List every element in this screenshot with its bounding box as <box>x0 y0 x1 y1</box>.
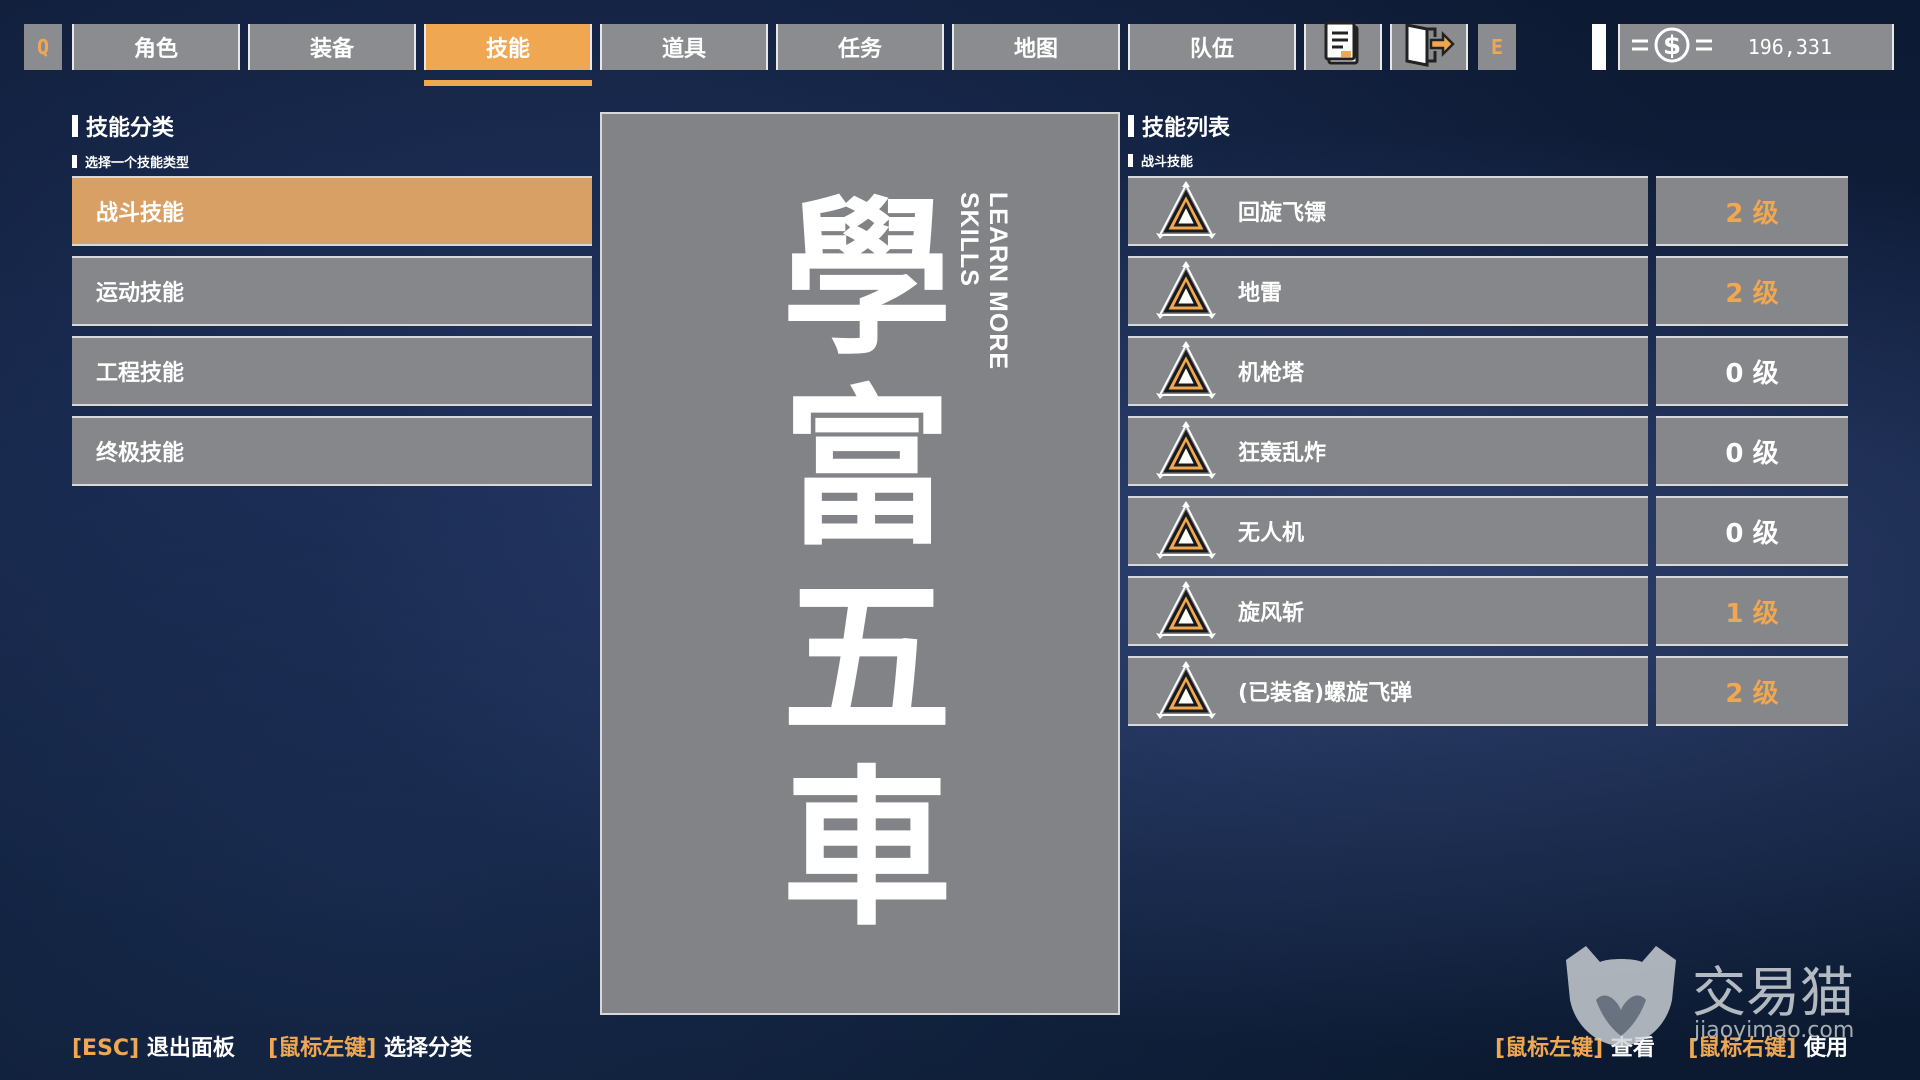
skill-rank-icon <box>1150 579 1222 643</box>
notes-icon <box>1321 21 1365 73</box>
skill-level-whirlwind: 1 级 <box>1656 576 1848 646</box>
esc-key-hint: [ESC] <box>72 1036 140 1061</box>
tab-equipment[interactable]: 装备 <box>248 24 416 70</box>
footer-hints-left: [ESC] 退出面板 [鼠标左键] 选择分类 <box>72 1030 472 1062</box>
money-separator <box>1592 24 1606 70</box>
skill-rank-icon <box>1150 179 1222 243</box>
skill-row-turret[interactable]: 机枪塔 <box>1128 336 1648 406</box>
exit-button[interactable] <box>1390 21 1468 73</box>
money-display: $ 196,331 <box>1618 24 1894 70</box>
skill-name: 旋风斩 <box>1238 601 1305 626</box>
poster-vertical-caption: LEARN MORE SKILLS <box>955 192 1012 371</box>
next-tab-key-badge[interactable]: E <box>1478 24 1516 70</box>
skill-name: (已装备)螺旋飞弹 <box>1238 681 1413 706</box>
skill-rank-icon <box>1150 499 1222 563</box>
skill-name: 狂轰乱炸 <box>1238 441 1327 466</box>
poster-char-4: 車 <box>781 749 952 949</box>
skill-row-landmine[interactable]: 地雷 <box>1128 256 1648 326</box>
category-section-subtitle: 选择一个技能类型 <box>72 152 189 171</box>
left-click-key-hint: [鼠标左键] <box>268 1036 377 1061</box>
svg-text:$: $ <box>1663 31 1681 61</box>
watermark-text: 交易猫 <box>1692 961 1854 1024</box>
skill-row-drone[interactable]: 无人机 <box>1128 496 1648 566</box>
skill-name: 无人机 <box>1238 521 1305 546</box>
skill-row-whirlwind[interactable]: 旋风斩 <box>1128 576 1648 646</box>
category-ultimate-skills[interactable]: 终极技能 <box>72 416 592 486</box>
watermark-url: jiaoyimao.com <box>1694 1018 1855 1043</box>
skill-name: 回旋飞镖 <box>1238 201 1327 226</box>
skill-level-turret: 0 级 <box>1656 336 1848 406</box>
money-value: 196,331 <box>1747 35 1832 59</box>
poster-char-2: 富 <box>781 369 952 569</box>
tab-quests[interactable]: 任务 <box>776 24 944 70</box>
skill-list-title: 技能列表 <box>1128 110 1230 142</box>
skill-row-spiral-missile[interactable]: (已装备)螺旋飞弹 <box>1128 656 1648 726</box>
tab-character[interactable]: 角色 <box>72 24 240 70</box>
skill-list-subtitle: 战斗技能 <box>1128 151 1193 170</box>
skill-rank-icon <box>1150 419 1222 483</box>
skill-rank-icon <box>1150 659 1222 723</box>
tab-skills[interactable]: 技能 <box>424 24 592 70</box>
skill-level-bombardment: 0 级 <box>1656 416 1848 486</box>
tab-team[interactable]: 队伍 <box>1128 24 1296 70</box>
tab-items[interactable]: 道具 <box>600 24 768 70</box>
poster-char-1: 學 <box>781 179 952 379</box>
watermark: 交易猫 jiaoyimao.com <box>1556 940 1886 1050</box>
skill-row-boomerang[interactable]: 回旋飞镖 <box>1128 176 1648 246</box>
category-movement-skills[interactable]: 运动技能 <box>72 256 592 326</box>
category-combat-skills[interactable]: 战斗技能 <box>72 176 592 246</box>
skill-name: 地雷 <box>1238 281 1283 306</box>
skill-level-drone: 0 级 <box>1656 496 1848 566</box>
poster-char-3: 五 <box>781 559 952 759</box>
skill-rank-icon <box>1150 259 1222 323</box>
skill-row-bombardment[interactable]: 狂轰乱炸 <box>1128 416 1648 486</box>
esc-action-label: 退出面板 <box>146 1036 235 1061</box>
skill-level-boomerang: 2 级 <box>1656 176 1848 246</box>
active-tab-underline <box>424 80 592 86</box>
tab-map[interactable]: 地图 <box>952 24 1120 70</box>
notes-button[interactable] <box>1304 21 1382 73</box>
skill-level-spiral-missile: 2 级 <box>1656 656 1848 726</box>
skill-level-landmine: 2 级 <box>1656 256 1848 326</box>
currency-icon: $ <box>1628 25 1718 69</box>
skill-name: 机枪塔 <box>1238 361 1305 386</box>
skill-poster-panel: 學 富 五 車 LEARN MORE SKILLS <box>600 112 1120 1015</box>
skill-rank-icon <box>1150 339 1222 403</box>
left-click-action-label: 选择分类 <box>383 1036 472 1061</box>
prev-tab-key-badge[interactable]: Q <box>24 24 62 70</box>
category-section-title: 技能分类 <box>72 110 174 142</box>
category-engineering-skills[interactable]: 工程技能 <box>72 336 592 406</box>
exit-door-icon <box>1401 21 1457 73</box>
